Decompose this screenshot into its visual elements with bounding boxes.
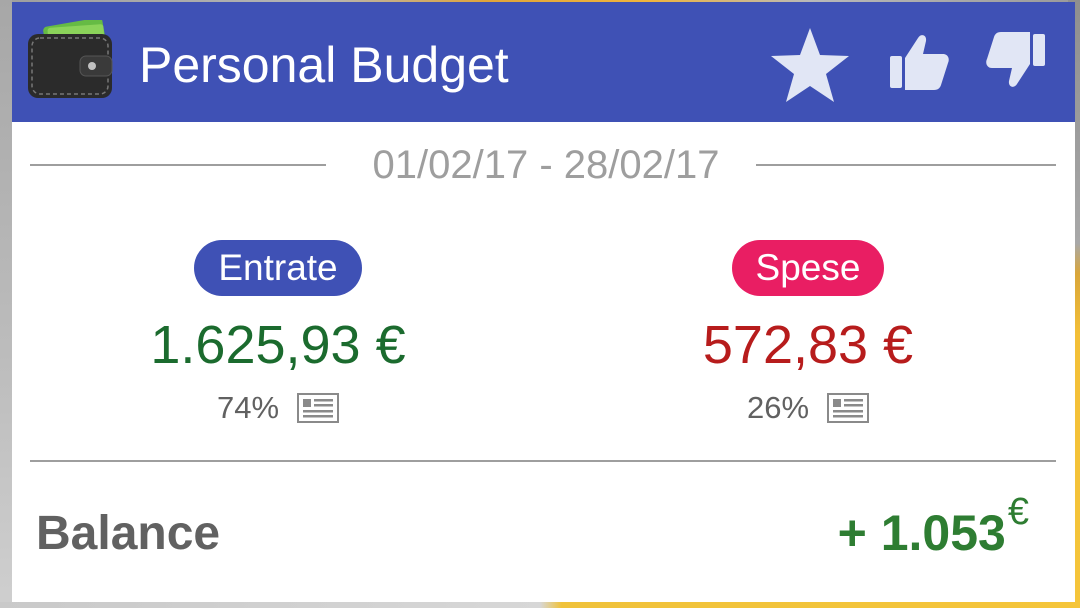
thumbs-up-icon[interactable] <box>888 30 950 92</box>
balance-amount: + 1.053 <box>837 505 1006 561</box>
expense-column: Spese 572,83 € 26% <box>598 240 1018 428</box>
period-range[interactable]: 01/02/17 - 28/02/17 <box>340 142 752 188</box>
income-percent-row: 74% <box>68 388 488 428</box>
period-row: 01/02/17 - 28/02/17 <box>30 142 1056 192</box>
section-divider <box>30 460 1056 462</box>
widget-header: Personal Budget <box>12 2 1075 122</box>
balance-value: + 1.053€ <box>837 491 1029 569</box>
list-icon[interactable] <box>297 393 340 423</box>
list-icon[interactable] <box>827 393 870 423</box>
expense-percent: 26% <box>746 390 810 425</box>
background-strip-bottom <box>0 602 1080 608</box>
income-column: Entrate 1.625,93 € 74% <box>68 240 488 428</box>
expense-percent-row: 26% <box>598 388 1018 428</box>
background-strip-left <box>0 0 12 608</box>
income-percent: 74% <box>216 390 280 425</box>
budget-widget: Personal Budget 01/02/17 - 28/02/17 Entr… <box>12 2 1075 602</box>
thumbs-down-icon[interactable] <box>985 30 1047 92</box>
wallet-icon[interactable] <box>26 17 114 100</box>
income-badge[interactable]: Entrate <box>194 240 362 296</box>
balance-currency: € <box>1007 491 1029 533</box>
app-title: Personal Budget <box>139 37 509 93</box>
expense-amount: 572,83 € <box>702 315 914 375</box>
divider-line <box>30 164 326 166</box>
divider-line <box>756 164 1056 166</box>
star-icon[interactable] <box>770 26 850 104</box>
balance-label: Balance <box>36 507 221 560</box>
income-amount: 1.625,93 € <box>150 315 406 375</box>
expense-badge[interactable]: Spese <box>731 240 885 296</box>
